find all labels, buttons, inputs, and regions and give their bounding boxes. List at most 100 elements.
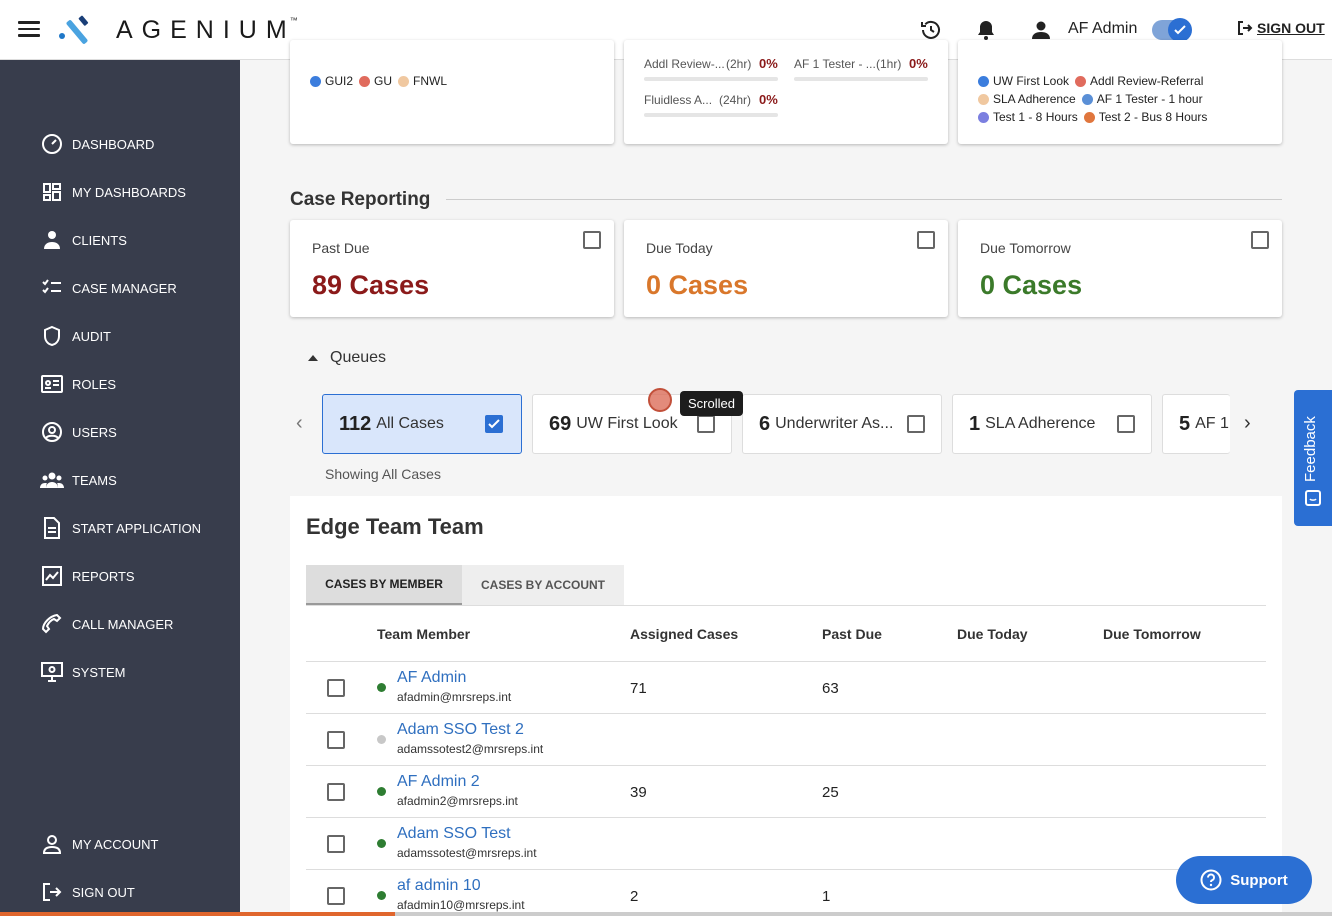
past-due-card[interactable]: Past Due 89 Cases <box>290 220 614 317</box>
column-header[interactable]: Team Member <box>377 626 470 642</box>
bar-time: (24hr) <box>719 93 752 107</box>
sidebar-item-my-account[interactable]: MY ACCOUNT <box>40 832 158 856</box>
past-due-checkbox[interactable] <box>583 231 601 249</box>
queue-af1[interactable]: 5 AF 1 <box>1162 394 1230 454</box>
history-icon[interactable] <box>919 18 943 42</box>
tab-cases-by-account[interactable]: CASES BY ACCOUNT <box>462 565 624 605</box>
legend-label: GU <box>374 74 393 88</box>
row-checkbox[interactable] <box>327 679 345 697</box>
queue-all-cases[interactable]: 112 All Cases <box>322 394 522 454</box>
support-label: Support <box>1230 871 1288 889</box>
chart-card-right: UW First Look Addl Review-Referral SLA A… <box>958 40 1282 144</box>
logo-mark-icon <box>56 14 102 46</box>
column-header[interactable]: Due Today <box>957 626 1028 642</box>
queues-label: Queues <box>330 349 387 366</box>
brand-tm: ™ <box>289 15 298 25</box>
queue-checkbox-checked[interactable] <box>485 415 503 433</box>
brand-name: AGENIUM <box>116 15 296 44</box>
member-email: adamssotest@mrsreps.int <box>397 846 537 860</box>
sidebar-item-teams[interactable]: TEAMS <box>40 468 117 492</box>
chart-card-left: GUI2 GU FNWL <box>290 40 614 144</box>
member-name-link[interactable]: af admin 10 <box>397 877 481 895</box>
bar-time: (2hr) <box>726 57 752 71</box>
due-today-card[interactable]: Due Today 0 Cases <box>624 220 948 317</box>
due-tomorrow-card[interactable]: Due Tomorrow 0 Cases <box>958 220 1282 317</box>
legend-row: SLA Adherence AF 1 Tester - 1 hour <box>978 92 1203 106</box>
sidebar-item-system[interactable]: SYSTEM <box>40 660 125 684</box>
status-indicator <box>377 735 386 744</box>
menu-icon[interactable] <box>18 18 40 40</box>
sign-out-label: SIGN OUT <box>1257 20 1325 36</box>
legend-dot <box>359 75 371 87</box>
bell-icon[interactable] <box>974 18 998 42</box>
feedback-label: Feedback <box>1302 416 1319 482</box>
monitor-icon <box>40 660 64 684</box>
chevron-right-icon[interactable]: › <box>1244 412 1251 435</box>
legend-dot <box>1083 111 1095 123</box>
assigned-cases: 71 <box>630 680 647 697</box>
row-checkbox[interactable] <box>327 835 345 853</box>
queue-sla-adherence[interactable]: 1 SLA Adherence <box>952 394 1152 454</box>
sidebar-item-my-dashboards[interactable]: MY DASHBOARDS <box>40 180 186 204</box>
team-title: Edge Team Team <box>306 514 484 539</box>
column-header[interactable]: Assigned Cases <box>630 626 738 642</box>
row-checkbox[interactable] <box>327 887 345 905</box>
member-name-link[interactable]: AF Admin 2 <box>397 773 480 791</box>
legend-dot <box>398 75 410 87</box>
divider <box>306 869 1266 870</box>
sidebar-item-case-manager[interactable]: CASE MANAGER <box>40 276 177 300</box>
due-tomorrow-checkbox[interactable] <box>1251 231 1269 249</box>
tab-label: CASES BY MEMBER <box>325 577 443 591</box>
agenium-logo[interactable]: AGENIUM ™ <box>56 14 298 46</box>
legend-dot <box>978 111 989 123</box>
chevron-left-icon[interactable]: ‹ <box>296 412 303 435</box>
bar-value: 0% <box>759 56 778 71</box>
sign-out-link[interactable]: SIGN OUT <box>1237 20 1325 36</box>
stat-label: Due Tomorrow <box>980 240 1071 256</box>
sidebar-item-roles[interactable]: ROLES <box>40 372 116 396</box>
stat-value: 89 Cases <box>312 270 430 300</box>
sidebar-item-sign-out[interactable]: SIGN OUT <box>40 880 135 904</box>
sidebar-item-audit[interactable]: AUDIT <box>40 324 111 348</box>
status-indicator <box>377 683 386 692</box>
queue-checkbox[interactable] <box>1117 415 1135 433</box>
bar-label: Fluidless A... <box>644 93 713 107</box>
case-reporting-title: Case Reporting <box>290 189 431 210</box>
column-header[interactable]: Past Due <box>822 626 882 642</box>
user-icon[interactable] <box>1029 18 1053 42</box>
support-button[interactable]: Support <box>1176 856 1312 904</box>
document-icon <box>40 516 64 540</box>
member-name-link[interactable]: Adam SSO Test <box>397 825 511 843</box>
queue-checkbox[interactable] <box>697 415 715 433</box>
divider <box>306 605 1266 606</box>
legend-row: Test 1 - 8 Hours Test 2 - Bus 8 Hours <box>978 110 1207 124</box>
stat-value: 0 Cases <box>646 270 749 300</box>
sidebar-item-label: MY DASHBOARDS <box>72 184 186 200</box>
sidebar-item-call-manager[interactable]: CALL MANAGER <box>40 612 173 636</box>
column-header[interactable]: Due Tomorrow <box>1103 626 1201 642</box>
sidebar-item-label: AUDIT <box>72 328 111 344</box>
legend-label: SLA Adherence <box>993 92 1076 106</box>
row-checkbox[interactable] <box>327 731 345 749</box>
sidebar-item-dashboard[interactable]: DASHBOARD <box>40 132 154 156</box>
scrollbar[interactable] <box>395 912 1332 916</box>
divider <box>446 199 1282 200</box>
member-name-link[interactable]: AF Admin <box>397 669 466 687</box>
row-checkbox[interactable] <box>327 783 345 801</box>
theme-toggle[interactable] <box>1152 18 1192 42</box>
sidebar-item-users[interactable]: USERS <box>40 420 117 444</box>
sidebar-item-start-application[interactable]: START APPLICATION <box>40 516 201 540</box>
legend-dot <box>1081 93 1093 105</box>
sidebar-item-clients[interactable]: CLIENTS <box>40 228 127 252</box>
queue-checkbox[interactable] <box>907 415 925 433</box>
queue-underwriter[interactable]: 6 Underwriter As... <box>742 394 942 454</box>
sidebar-item-reports[interactable]: REPORTS <box>40 564 135 588</box>
logout-icon <box>40 880 64 904</box>
tab-cases-by-member[interactable]: CASES BY MEMBER <box>306 565 462 605</box>
showing-label: Showing All Cases <box>325 466 441 482</box>
feedback-tab[interactable]: Feedback <box>1294 390 1332 526</box>
queues-toggle[interactable]: Queues <box>306 349 386 367</box>
due-today-checkbox[interactable] <box>917 231 935 249</box>
member-name-link[interactable]: Adam SSO Test 2 <box>397 721 524 739</box>
past-due: 25 <box>822 784 839 801</box>
